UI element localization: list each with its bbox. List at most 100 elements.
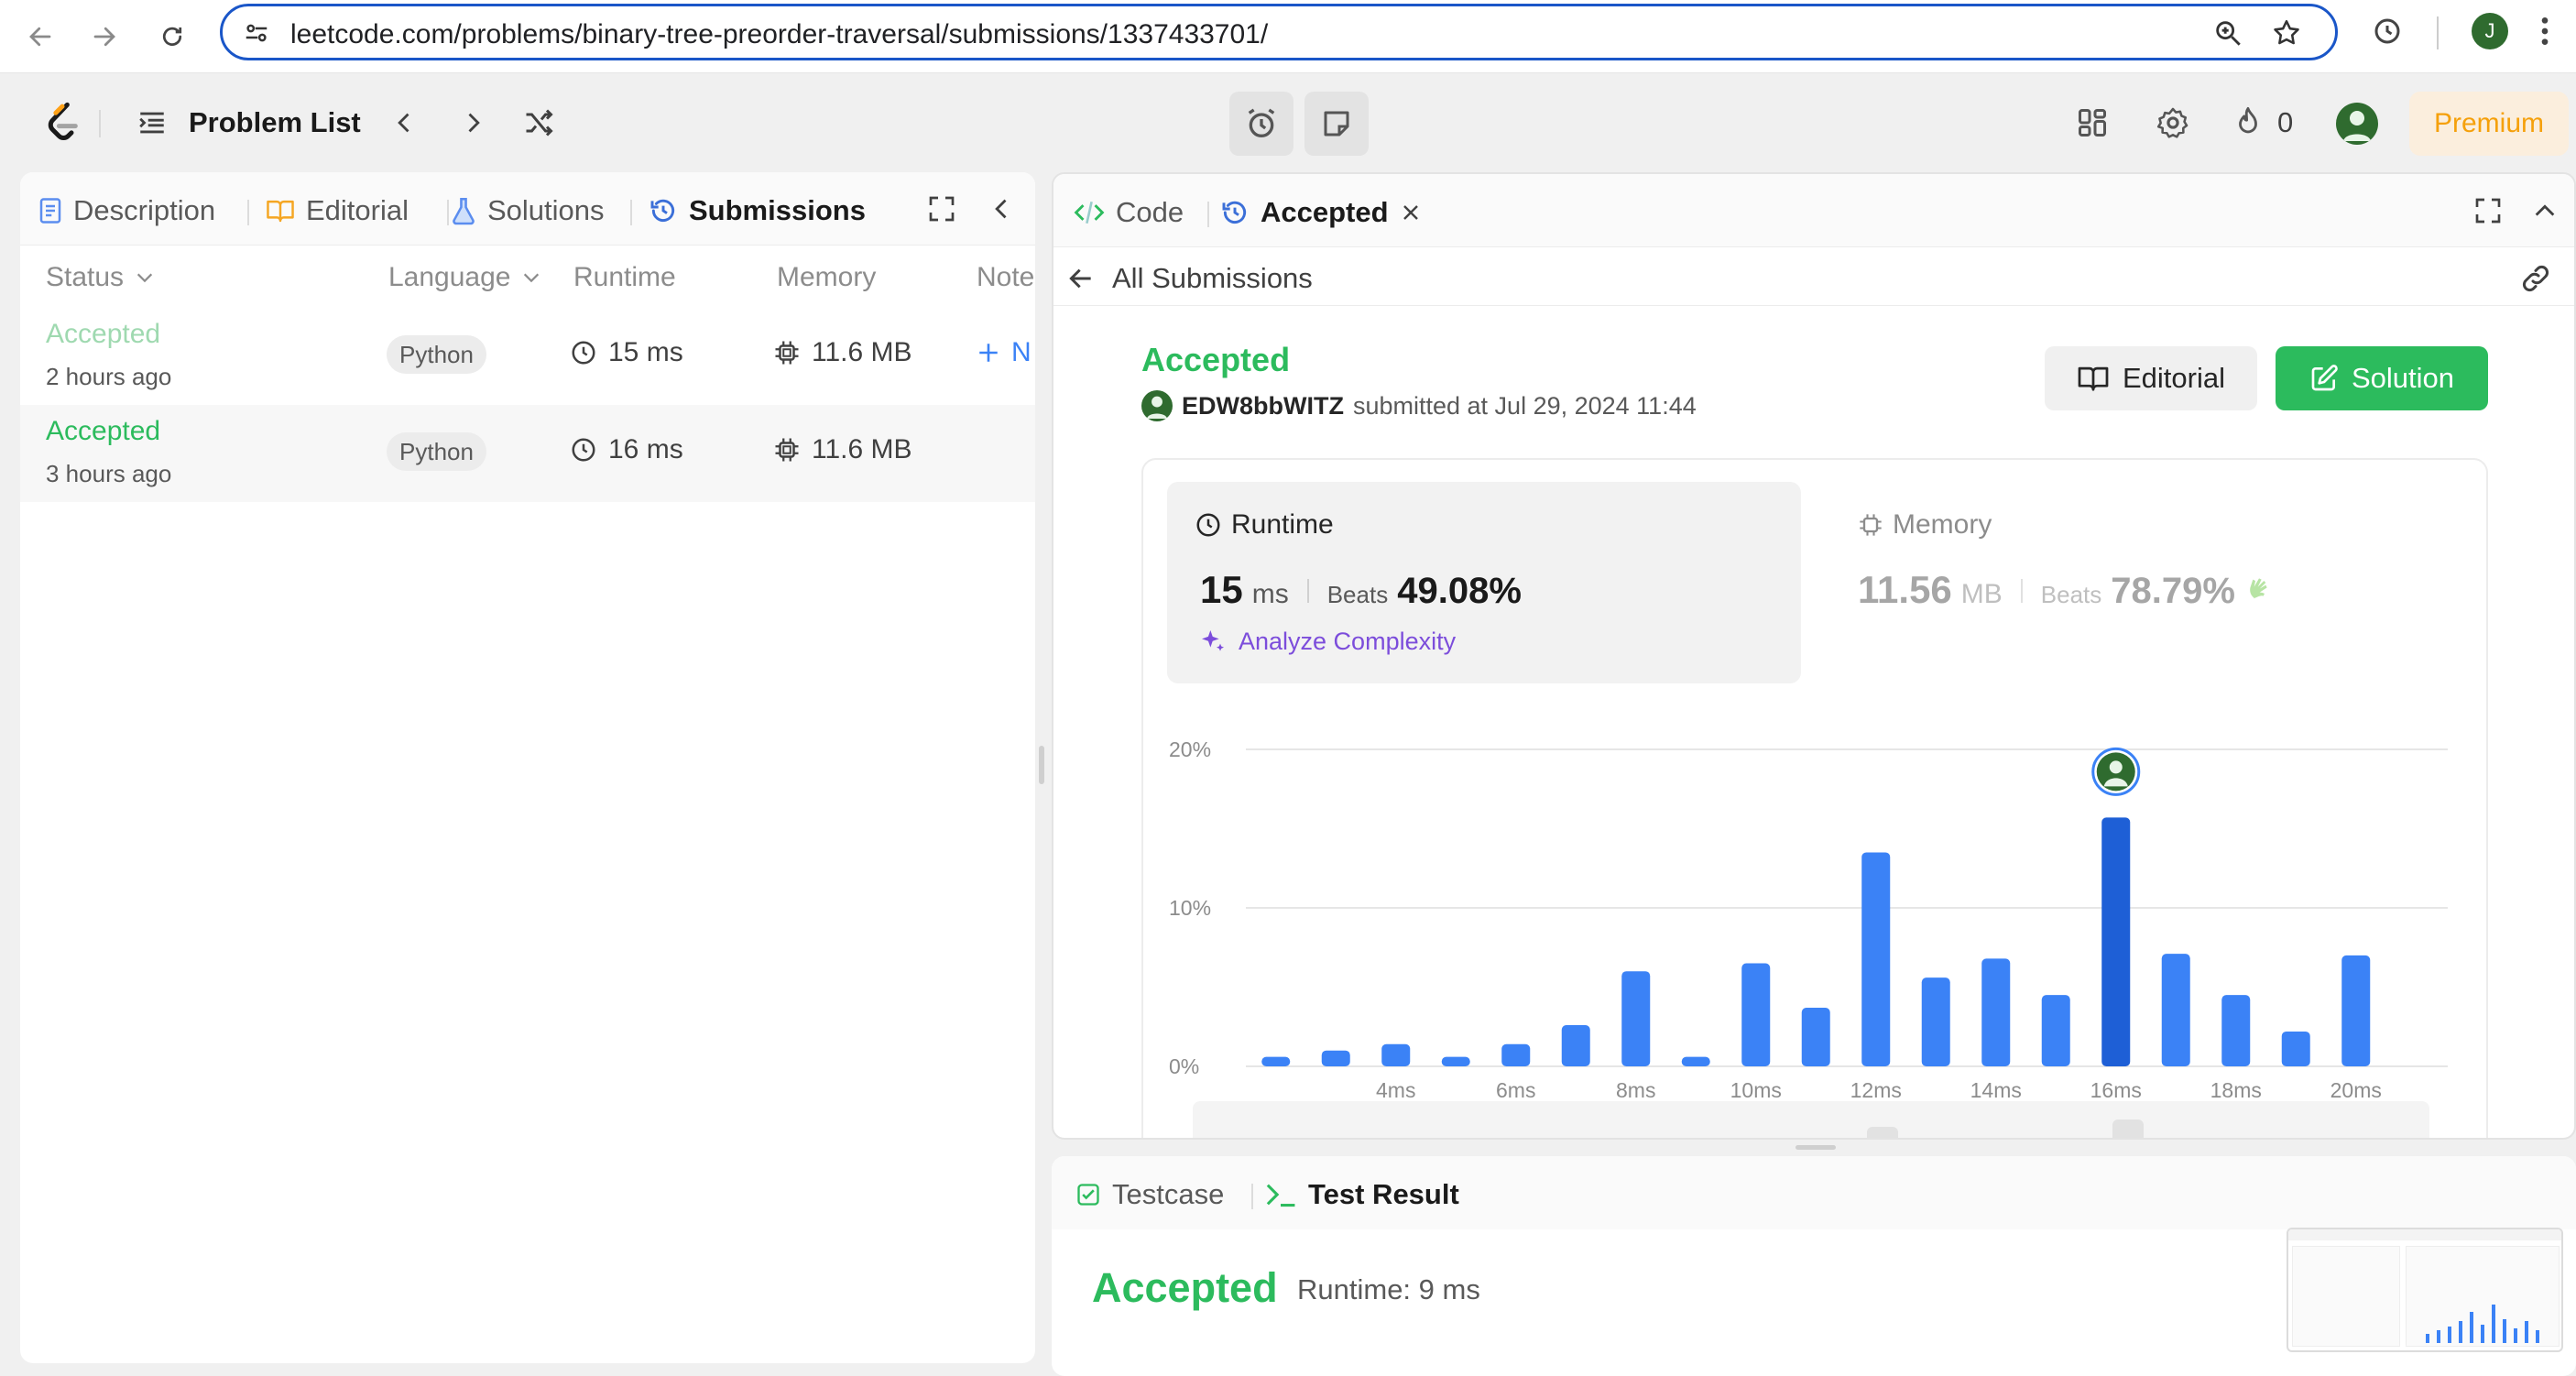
collapse-up-chevron-icon[interactable] bbox=[2532, 198, 2558, 224]
x-tick-label: 18ms bbox=[2210, 1078, 2262, 1102]
add-note-button[interactable]: N bbox=[977, 337, 1031, 368]
url-text[interactable]: leetcode.com/problems/binary-tree-preord… bbox=[290, 19, 1268, 50]
column-status[interactable]: Status bbox=[46, 262, 155, 293]
checkbox-icon bbox=[1077, 1184, 1099, 1206]
all-submissions-link[interactable]: All Submissions bbox=[1066, 262, 1313, 295]
bookmark-star-icon[interactable] bbox=[2271, 17, 2302, 49]
submitter-info: EDW8bbWITZ submitted at Jul 29, 2024 11:… bbox=[1141, 390, 1697, 421]
tab-separator bbox=[1207, 202, 1209, 227]
tab-accepted[interactable]: Accepted bbox=[1220, 194, 1422, 231]
chart-bar[interactable] bbox=[1261, 1056, 1291, 1066]
current-submission-marker bbox=[2091, 747, 2141, 796]
notes-button[interactable] bbox=[1304, 92, 1369, 156]
history-icon[interactable] bbox=[2371, 15, 2404, 48]
chart-bar[interactable] bbox=[1621, 971, 1651, 1066]
tab-description[interactable]: Description bbox=[38, 192, 215, 229]
maximize-icon[interactable] bbox=[2473, 196, 2503, 225]
tab-code-label: Code bbox=[1116, 196, 1184, 228]
prev-problem-chevron-icon[interactable] bbox=[379, 97, 431, 148]
problem-list-label[interactable]: Problem List bbox=[189, 106, 361, 139]
address-bar[interactable]: leetcode.com/problems/binary-tree-preord… bbox=[220, 4, 2338, 60]
zoom-icon[interactable] bbox=[2212, 17, 2243, 49]
tab-testcase[interactable]: Testcase bbox=[1075, 1176, 1224, 1213]
chart-bar[interactable] bbox=[1801, 1007, 1830, 1066]
timer-button[interactable] bbox=[1229, 92, 1293, 156]
chart-bar[interactable] bbox=[1921, 977, 1950, 1066]
runtime-value: 15 ms bbox=[608, 337, 683, 367]
thumbnail-left-pane bbox=[2292, 1246, 2400, 1347]
tab-submissions[interactable]: Submissions bbox=[649, 192, 866, 229]
tab-test-result[interactable]: Test Result bbox=[1264, 1176, 1459, 1213]
maximize-icon[interactable] bbox=[927, 194, 956, 224]
y-tick-label: 20% bbox=[1169, 737, 1211, 761]
chart-bar[interactable] bbox=[1441, 1056, 1470, 1066]
settings-gear-icon[interactable] bbox=[2147, 97, 2199, 148]
screenshot-thumbnail[interactable] bbox=[2287, 1228, 2563, 1352]
layout-grid-icon[interactable] bbox=[2067, 97, 2118, 148]
chart-range-slider[interactable] bbox=[1193, 1101, 2429, 1138]
editorial-button[interactable]: Editorial bbox=[2045, 346, 2257, 410]
problem-list-icon[interactable] bbox=[126, 97, 178, 148]
close-icon[interactable] bbox=[1400, 202, 1422, 224]
chart-bar[interactable] bbox=[1501, 1043, 1531, 1066]
slider-handle-right[interactable] bbox=[2112, 1119, 2144, 1138]
x-tick-label: 14ms bbox=[1970, 1078, 2022, 1102]
chart-bar[interactable] bbox=[1321, 1050, 1350, 1066]
share-link-icon[interactable] bbox=[2519, 262, 2552, 295]
chart-bar[interactable] bbox=[1381, 1043, 1411, 1066]
x-tick-label: 12ms bbox=[1850, 1078, 1902, 1102]
column-runtime: Runtime bbox=[573, 262, 676, 292]
chevron-down-icon bbox=[524, 273, 540, 283]
tab-code[interactable]: Code bbox=[1074, 194, 1184, 231]
submission-time: 3 hours ago bbox=[46, 460, 172, 487]
horizontal-resize-handle[interactable] bbox=[1796, 1145, 1836, 1150]
submission-status[interactable]: Accepted bbox=[46, 319, 160, 350]
submitted-at-text: submitted at Jul 29, 2024 11:44 bbox=[1352, 391, 1697, 420]
chart-bar[interactable] bbox=[1981, 958, 2011, 1066]
menu-kebab-icon[interactable] bbox=[2536, 13, 2554, 49]
chart-bar[interactable] bbox=[1561, 1025, 1590, 1066]
submitter-avatar-icon bbox=[1141, 390, 1173, 421]
tab-separator bbox=[1251, 1184, 1253, 1209]
user-avatar[interactable] bbox=[2336, 103, 2378, 145]
chart-bar[interactable] bbox=[2161, 954, 2190, 1066]
alarm-clock-icon bbox=[1248, 108, 1275, 137]
chart-bar[interactable] bbox=[1681, 1056, 1710, 1066]
submission-detail-panel: Code Accepted All Submissions Accepted E… bbox=[1052, 172, 2576, 1140]
slider-handle-left[interactable] bbox=[1867, 1127, 1898, 1138]
reload-button[interactable] bbox=[148, 13, 196, 60]
column-language-label: Language bbox=[388, 262, 511, 292]
chart-bar[interactable] bbox=[2281, 1031, 2310, 1066]
chart-bar[interactable] bbox=[1861, 852, 1891, 1066]
collapse-chevron-icon[interactable] bbox=[989, 196, 1015, 222]
shuffle-icon[interactable] bbox=[513, 97, 564, 148]
submission-status[interactable]: Accepted bbox=[46, 416, 160, 447]
submission-row[interactable]: Accepted 2 hours ago Python 15 ms 11.6 M… bbox=[20, 308, 1035, 405]
chart-bar[interactable] bbox=[2101, 817, 2131, 1066]
left-tab-bar: Description Editorial Solutions Submissi… bbox=[20, 172, 1035, 246]
chart-bar[interactable] bbox=[2041, 995, 2070, 1066]
chart-bar[interactable] bbox=[2221, 995, 2251, 1066]
streak-flame-icon[interactable] bbox=[2222, 97, 2274, 148]
leetcode-logo-icon[interactable] bbox=[37, 97, 88, 148]
solution-button[interactable]: Solution bbox=[2276, 346, 2488, 410]
premium-button[interactable]: Premium bbox=[2409, 92, 2569, 156]
tab-editorial[interactable]: Editorial bbox=[266, 192, 409, 229]
chip-icon bbox=[775, 341, 799, 365]
submitter-name[interactable]: EDW8bbWITZ bbox=[1182, 392, 1344, 420]
site-settings-icon[interactable] bbox=[243, 19, 270, 47]
next-problem-chevron-icon[interactable] bbox=[447, 97, 498, 148]
submission-row[interactable]: Accepted 3 hours ago Python 16 ms 11.6 M… bbox=[20, 405, 1035, 502]
y-tick-label: 10% bbox=[1169, 896, 1211, 920]
profile-avatar[interactable]: J bbox=[2472, 13, 2508, 49]
chart-bar[interactable] bbox=[2341, 955, 2371, 1066]
clock-icon bbox=[572, 438, 595, 462]
chart-bar[interactable] bbox=[1741, 963, 1771, 1066]
vertical-resize-handle[interactable] bbox=[1039, 746, 1044, 784]
forward-button[interactable] bbox=[81, 13, 128, 60]
memory-cell: 11.6 MB bbox=[773, 434, 912, 465]
submissions-panel: Description Editorial Solutions Submissi… bbox=[20, 172, 1035, 1363]
back-button[interactable] bbox=[16, 13, 64, 60]
tab-solutions[interactable]: Solutions bbox=[451, 192, 605, 229]
column-language[interactable]: Language bbox=[388, 262, 541, 293]
